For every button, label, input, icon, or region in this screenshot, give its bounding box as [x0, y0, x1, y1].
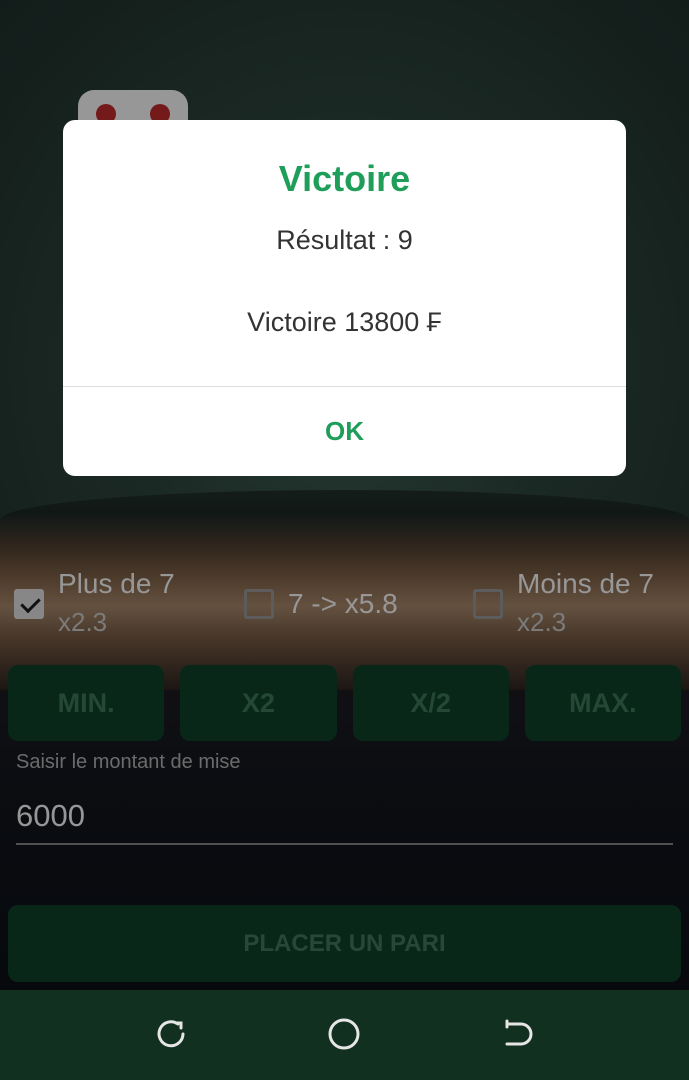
navigation-bar	[0, 990, 689, 1080]
dialog-title: Victoire	[278, 158, 411, 199]
dialog-result: Résultat : 9	[276, 225, 413, 255]
recent-apps-icon[interactable]	[495, 1012, 539, 1056]
back-icon[interactable]	[150, 1012, 194, 1056]
dialog-winnings: Victoire 13800 ₣	[247, 307, 442, 337]
ok-button[interactable]: OK	[63, 387, 626, 476]
home-icon[interactable]	[322, 1012, 366, 1056]
result-dialog: Victoire Résultat : 9 Victoire 13800 ₣ O…	[63, 120, 626, 476]
